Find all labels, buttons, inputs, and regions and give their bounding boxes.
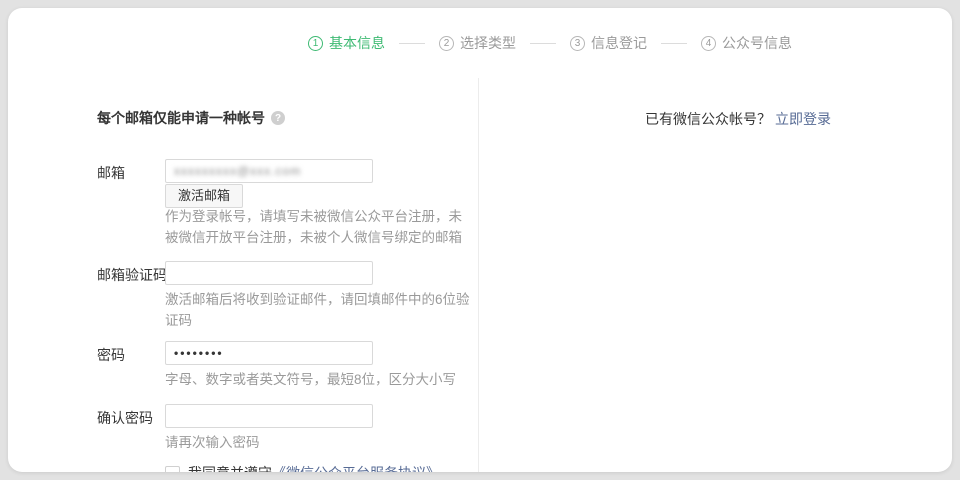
email-code-label: 邮箱验证码 bbox=[97, 266, 163, 284]
step-1-circle: 1 bbox=[308, 36, 323, 51]
email-label: 邮箱 bbox=[97, 164, 163, 182]
step-4-label: 公众号信息 bbox=[722, 33, 792, 53]
login-now-link[interactable]: 立即登录 bbox=[775, 111, 831, 127]
step-1-label: 基本信息 bbox=[329, 33, 385, 53]
password-label: 密码 bbox=[97, 346, 163, 364]
agreement-checkbox[interactable] bbox=[165, 466, 180, 473]
step-dash bbox=[530, 43, 556, 44]
activate-email-button[interactable]: 激活邮箱 bbox=[165, 184, 243, 208]
service-agreement-link[interactable]: 《微信公众平台服务协议》 bbox=[272, 463, 440, 472]
email-help-text: 作为登录帐号，请填写未被微信公众平台注册，未被微信开放平台注册，未被个人微信号绑… bbox=[165, 206, 475, 248]
confirm-password-label: 确认密码 bbox=[97, 409, 163, 427]
step-2-label: 选择类型 bbox=[460, 33, 516, 53]
existing-account-line: 已有微信公众帐号？立即登录 bbox=[645, 109, 831, 129]
email-value-redacted: xxxxxxxxx@xxx.com bbox=[174, 164, 301, 178]
email-input[interactable]: xxxxxxxxx@xxx.com bbox=[165, 159, 373, 183]
step-4-circle: 4 bbox=[701, 36, 716, 51]
password-help-text: 字母、数字或者英文符号，最短8位，区分大小写 bbox=[165, 369, 475, 390]
step-info-registration: 3 信息登记 bbox=[570, 33, 647, 53]
email-code-input[interactable] bbox=[165, 261, 373, 285]
step-2-circle: 2 bbox=[439, 36, 454, 51]
confirm-password-help-text: 请再次输入密码 bbox=[165, 432, 475, 453]
step-dash bbox=[399, 43, 425, 44]
form-note: 每个邮箱仅能申请一种帐号 ? bbox=[97, 108, 285, 128]
step-3-label: 信息登记 bbox=[591, 33, 647, 53]
agreement-row: 我同意并遵守 《微信公众平台服务协议》 bbox=[165, 463, 440, 472]
help-question-icon[interactable]: ? bbox=[271, 111, 285, 125]
agreement-text: 我同意并遵守 bbox=[188, 463, 272, 472]
email-code-help-text: 激活邮箱后将收到验证邮件，请回填邮件中的6位验证码 bbox=[165, 289, 475, 331]
password-input[interactable] bbox=[165, 341, 373, 365]
step-dash bbox=[661, 43, 687, 44]
registration-stepper: 1 基本信息 2 选择类型 3 信息登记 4 公众号信息 bbox=[308, 33, 792, 53]
step-account-info: 4 公众号信息 bbox=[701, 33, 792, 53]
registration-card: 1 基本信息 2 选择类型 3 信息登记 4 公众号信息 每个邮箱仅能申请一种帐… bbox=[8, 8, 952, 472]
confirm-password-input[interactable] bbox=[165, 404, 373, 428]
form-note-text: 每个邮箱仅能申请一种帐号 bbox=[97, 108, 265, 128]
step-choose-type: 2 选择类型 bbox=[439, 33, 516, 53]
step-basic-info: 1 基本信息 bbox=[308, 33, 385, 53]
existing-account-question: 已有微信公众帐号？ bbox=[645, 111, 771, 127]
step-3-circle: 3 bbox=[570, 36, 585, 51]
column-divider bbox=[478, 78, 479, 472]
